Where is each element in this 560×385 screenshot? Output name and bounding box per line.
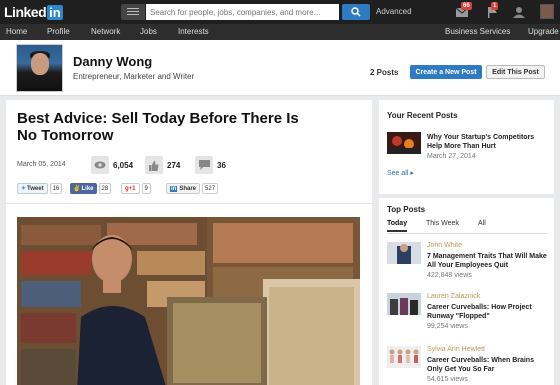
tab-all[interactable]: All (478, 220, 486, 227)
tweet-button[interactable]: ✦ Tweet (17, 183, 48, 194)
top-post-author[interactable]: John White (427, 242, 462, 249)
twitter-bird-icon: ✦ (21, 186, 27, 192)
top-post-thumbnail[interactable] (387, 242, 421, 264)
top-posts-heading: Top Posts (387, 205, 426, 214)
add-connections-icon[interactable] (512, 5, 526, 18)
top-post-thumbnail[interactable] (387, 293, 421, 315)
eye-icon (91, 156, 109, 174)
main-nav: Home Profile Network Jobs Interests Busi… (0, 24, 560, 40)
top-post-title[interactable]: Career Curveballs: When Brains Only Get … (427, 356, 549, 374)
views-count: 6,054 (113, 160, 134, 170)
top-post-views: 54,615 views (427, 376, 468, 383)
notifications-badge: 1 (491, 2, 499, 10)
messages-badge: 66 (461, 2, 472, 10)
edit-post-button[interactable]: Edit This Post (486, 65, 545, 79)
facebook-like-count: 28 (98, 183, 112, 194)
tweet-count: 16 (49, 183, 63, 194)
create-new-post-button[interactable]: Create a New Post (410, 65, 482, 79)
advanced-search-link[interactable]: Advanced (376, 7, 412, 16)
top-post-title[interactable]: Career Curveballs: How Project Runway "F… (427, 303, 549, 321)
article-title: Best Advice: Sell Today Before There Is … (17, 110, 299, 144)
recent-post-date: March 27, 2014 (427, 153, 476, 160)
top-post-views: 422,848 views (427, 272, 472, 279)
logo-in-badge: in (47, 4, 63, 20)
comments-stat[interactable]: 36 (195, 156, 226, 174)
google-plus-share[interactable]: g +1 9 (121, 183, 151, 194)
nav-jobs[interactable]: Jobs (140, 27, 157, 36)
facebook-like-button[interactable]: ✌ Like (70, 183, 97, 194)
top-post-views: 99,254 views (427, 323, 468, 330)
google-plus-button[interactable]: g +1 (121, 183, 140, 194)
linkedin-share-count: 527 (202, 183, 219, 194)
thumbs-up-icon[interactable] (145, 156, 163, 174)
see-all-link[interactable]: See all ▸ (387, 169, 414, 177)
logo-text: Linked (4, 4, 47, 20)
linkedin-share-button[interactable]: in Share (166, 183, 201, 194)
top-posts-panel: Top Posts Today This Week All John White… (379, 198, 554, 385)
tab-this-week[interactable]: This Week (426, 220, 459, 227)
views-stat: 6,054 (91, 156, 133, 174)
posts-count[interactable]: 2 Posts (370, 68, 398, 77)
profile-header: Danny Wong Entrepreneur, Marketer and Wr… (0, 40, 560, 96)
facebook-thumb-icon: ✌ (73, 186, 81, 192)
search-type-menu-icon[interactable] (121, 4, 145, 20)
top-post-author[interactable]: Lauren Zalaznick (427, 293, 480, 300)
tab-divider (387, 233, 547, 234)
facebook-like-share[interactable]: ✌ Like 28 (70, 183, 112, 194)
tweet-share[interactable]: ✦ Tweet 16 (17, 183, 63, 194)
author-name[interactable]: Danny Wong (73, 54, 152, 69)
nav-network[interactable]: Network (91, 27, 120, 36)
search-icon (351, 7, 361, 17)
author-avatar[interactable] (16, 44, 63, 92)
messages-icon[interactable]: 66 (455, 2, 472, 17)
recent-posts-panel: Your Recent Posts Why Your Startup's Com… (379, 100, 554, 194)
user-avatar[interactable] (540, 4, 554, 19)
linkedin-in-icon: in (170, 185, 178, 192)
google-plus-count: 9 (141, 183, 151, 194)
divider (6, 203, 372, 204)
top-post-thumbnail[interactable] (387, 346, 421, 368)
nav-profile[interactable]: Profile (47, 27, 70, 36)
linkedin-logo[interactable]: Linked in (4, 3, 63, 21)
top-bar: Linked in Advanced 66 1 (0, 0, 560, 24)
nav-home[interactable]: Home (6, 27, 27, 36)
top-post-title[interactable]: 7 Management Traits That Will Make All Y… (427, 252, 549, 270)
tab-today[interactable]: Today (387, 220, 408, 232)
notifications-flag-icon[interactable]: 1 (485, 2, 499, 18)
likes-count: 274 (167, 160, 181, 170)
linkedin-share[interactable]: in Share 527 (166, 183, 219, 194)
nav-business-services[interactable]: Business Services (445, 27, 510, 36)
author-headline: Entrepreneur, Marketer and Writer (73, 72, 195, 81)
comments-count: 36 (217, 160, 226, 170)
search-input[interactable] (146, 4, 339, 20)
chevron-right-icon: ▸ (410, 170, 414, 177)
likes-stat[interactable]: 274 (145, 156, 180, 174)
recent-posts-heading: Your Recent Posts (387, 111, 458, 120)
article-photo-graphic (17, 217, 360, 385)
article-photo[interactable] (17, 217, 360, 385)
recent-post-thumbnail[interactable] (387, 132, 421, 154)
nav-interests[interactable]: Interests (178, 27, 209, 36)
article-date: March 05, 2014 (17, 161, 66, 168)
nav-upgrade[interactable]: Upgrade (528, 27, 559, 36)
article-panel: Best Advice: Sell Today Before There Is … (6, 100, 372, 385)
comment-icon[interactable] (195, 156, 213, 174)
top-post-author[interactable]: Sylvia Ann Hewlett (427, 346, 485, 353)
search-button[interactable] (342, 4, 370, 20)
recent-post-title[interactable]: Why Your Startup's Competitors Help More… (427, 133, 547, 151)
